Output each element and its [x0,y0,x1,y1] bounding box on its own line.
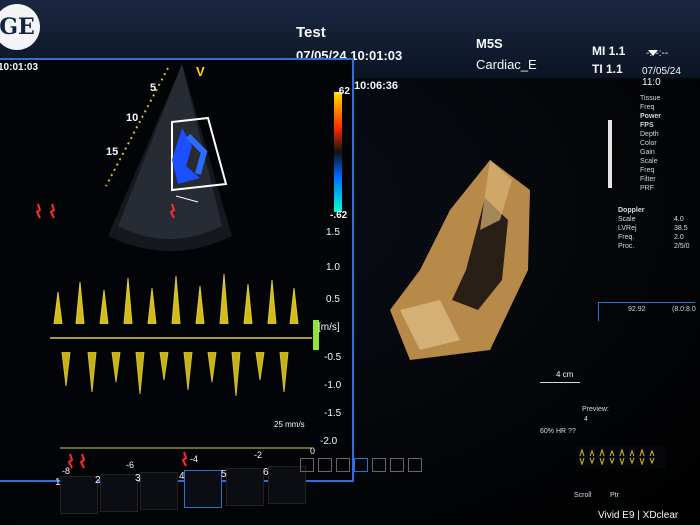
thumbnail-number: 2 [95,475,101,486]
thumbnail[interactable] [300,458,314,472]
colorbar-bottom-label: -.62 [330,210,348,221]
thumbnail[interactable] [372,458,386,472]
param-label: Scale [618,216,636,223]
sweep-speed: 25 mm/s [274,420,305,429]
menu-item[interactable]: Freq [640,103,661,112]
thumbnail[interactable] [354,458,368,472]
thumbnail[interactable] [390,458,404,472]
probe-name: M5S [476,36,503,51]
param-value: 38.5 [674,225,688,232]
ptr-tab[interactable]: Ptr [610,492,619,499]
menu-item[interactable]: Gain [640,148,661,157]
menu-item[interactable]: Scale [640,157,661,166]
velocity-colorbar [334,92,342,212]
menu-item[interactable]: Depth [640,130,661,139]
mi-index: MI 1.1 [592,44,626,58]
menu-item[interactable]: Filter [640,175,661,184]
gray-scale-bar [608,120,612,188]
menu-item[interactable]: Power [640,112,661,121]
hr-label: 60% HR ?? [540,428,576,435]
v-marker: V [196,64,205,79]
scale-label-5: -1.0 [324,380,342,391]
depth-label-3: 15 [106,146,119,158]
param-label: Proc. [618,243,635,250]
menu-item[interactable]: Color [640,139,661,148]
scroll-tab[interactable]: Scroll [574,492,592,499]
thumbnail-selected[interactable]: 4 [179,470,222,508]
time-axis-label-4: -2 [254,450,263,460]
scale-label-1: 1.5 [326,227,340,238]
measurement-value-2: (8.0:8.0 [672,306,696,313]
thumbnail[interactable]: 1 [55,476,98,514]
ti-index: TI 1.1 [592,62,623,76]
colorbar-top-label: .62 [336,86,350,97]
scale-bar [540,382,580,383]
param-value: 2/5/0 [674,243,690,250]
param-label: LVRej [618,225,637,232]
mini-spectrum [576,446,666,468]
patient-name: Test [296,24,326,41]
velocity-unit: [m/s] [318,322,340,333]
brand-label: Vivid E9 | XDclear [598,510,679,521]
time-axis-label-3: -4 [190,454,199,464]
hourglass-icon [648,50,658,56]
thumbnail-number: 3 [135,473,141,484]
scale-bar-label: 4 cm [556,370,574,379]
thumbnail[interactable]: 2 [95,474,138,512]
preview-value: 4 [584,416,588,423]
right-datetime: 07/05/24 11:0 [642,66,681,88]
menu-item[interactable]: FPS [640,121,661,130]
doppler-param-values: 4.0 38.5 2.0 2/5/0 [674,215,690,251]
time-axis-label-5: 0 [310,446,316,456]
small-thumbs-row [300,458,430,484]
scale-label-4: -0.5 [324,352,342,363]
3d-heart-render[interactable] [380,150,550,360]
thumbnail-number: 1 [55,477,61,488]
doppler-spectrum [53,273,299,397]
thumbnail[interactable]: 3 [135,472,178,510]
thumbnail[interactable] [318,458,332,472]
scale-label-2: 1.0 [326,262,340,273]
thumbnail-number: 4 [179,471,185,482]
param-value: 4.0 [674,216,684,223]
measurement-value: 92.92 [628,306,646,313]
depth-label-1: 5 [150,82,157,94]
menu-item[interactable]: Freq [640,166,661,175]
right-menu[interactable]: Tissue Freq Power FPS Depth Color Gain S… [640,94,661,193]
preview-label: Preview: [582,406,609,413]
scale-label-3: 0.5 [326,294,340,305]
center-time: 10:06:36 [354,80,399,92]
thumbnail[interactable] [336,458,350,472]
preset-name: Cardiac_E [476,57,537,72]
param-label: Freq. [618,234,635,241]
depth-label-2: 10 [126,112,139,124]
menu-item[interactable]: Tissue [640,94,661,103]
scale-label-6: -1.5 [324,408,342,419]
thumbnail-number: 6 [263,467,269,478]
menu-item[interactable]: PRF [640,184,661,193]
scale-label-7: -2.0 [320,436,338,447]
thumbnail-number: 5 [221,469,227,480]
doppler-view: V [35,64,342,469]
param-value: 2.0 [674,234,684,241]
param-label: Doppler [618,207,645,214]
thumbnail[interactable]: 5 [221,468,264,506]
thumbnail[interactable] [408,458,422,472]
doppler-param-labels: Doppler Scale LVRej Freq. Proc. [618,206,644,251]
